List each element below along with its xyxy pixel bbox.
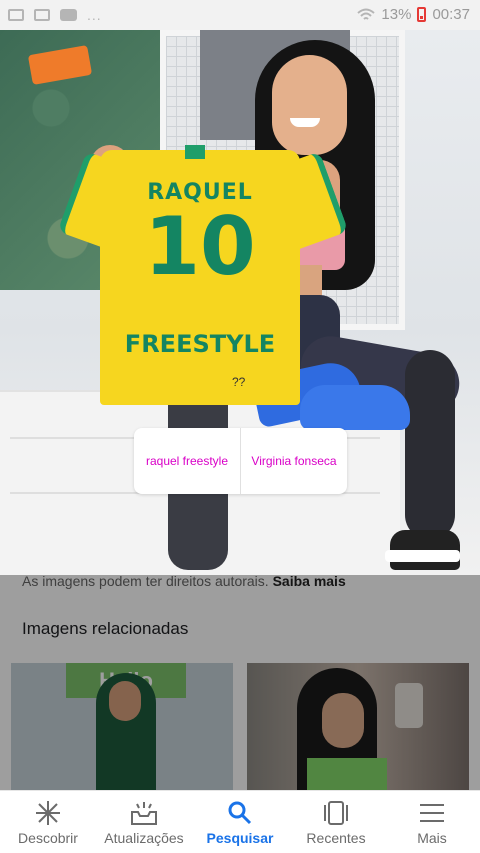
nav-label: Recentes [306,830,366,846]
nav-label: Pesquisar [206,830,274,846]
menu-icon [420,804,444,822]
app-notification-icon [34,9,50,21]
search-icon [228,801,252,825]
person-smile [290,118,320,127]
youtube-notification-icon [60,9,77,21]
jersey-subtitle: FREESTYLE [124,330,276,358]
nav-label: Mais [417,830,447,846]
asterisk-icon [36,801,60,825]
nav-label: Atualizações [104,830,184,846]
battery-percent: 13% [381,6,412,23]
nav-discover[interactable]: Descobrir [0,791,96,853]
nav-label: Descobrir [18,830,78,846]
more-notifications-dots: ... [87,7,102,23]
yellow-jersey: RAQUEL 10 FREESTYLE [57,130,349,410]
recent-cards-icon [324,801,348,825]
nav-recent[interactable]: Recentes [288,791,384,853]
right-calf [405,350,455,540]
gallery-notification-icon [8,9,24,21]
dim-overlay[interactable] [0,575,480,790]
nav-updates[interactable]: Atualizações [96,791,192,853]
wifi-icon [357,8,376,20]
suggestion-chips: raquel freestyle Virginia fonseca [134,428,347,494]
clock: 00:37 [432,6,470,23]
suggestion-chip[interactable]: raquel freestyle [134,428,240,494]
bottom-navigation: Descobrir Atualizações Pesquisar Recente… [0,790,480,853]
status-bar: ... 13% 00:37 [0,0,480,30]
suggestion-chip[interactable]: Virginia fonseca [240,428,347,494]
inbox-bell-icon [131,802,157,825]
overlay-text: ?? [232,375,246,389]
shoe-sole [385,550,460,562]
battery-icon [417,7,427,22]
nav-more[interactable]: Mais [384,791,480,853]
nav-search[interactable]: Pesquisar [192,791,288,853]
jersey-number: 10 [144,200,256,293]
